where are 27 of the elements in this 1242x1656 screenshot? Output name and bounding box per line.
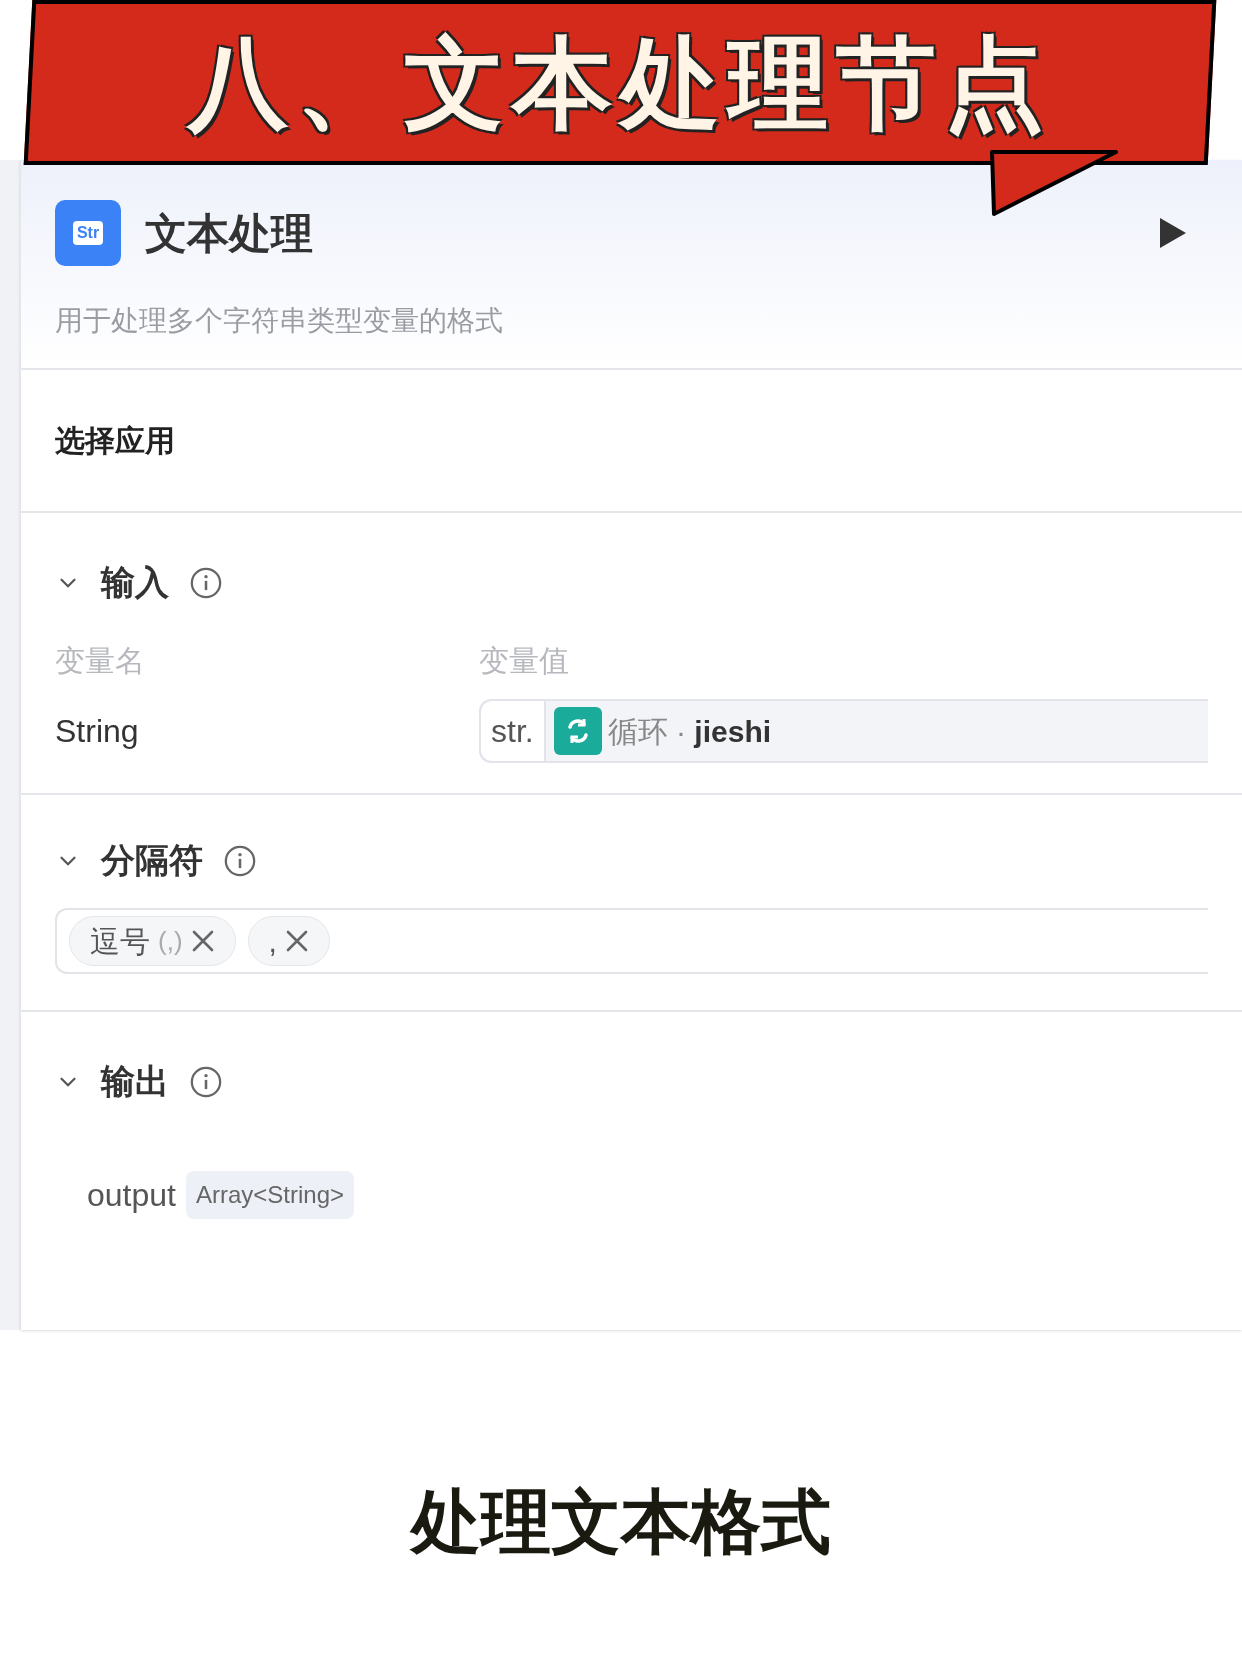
puzzle-icon: Str [55, 200, 121, 266]
close-icon[interactable] [190, 929, 215, 953]
loop-icon [553, 707, 602, 755]
column-header: 变量名 [55, 643, 146, 679]
node-title: 文本处理 [145, 208, 313, 259]
play-icon[interactable] [1158, 216, 1188, 250]
close-icon[interactable] [284, 929, 309, 953]
separator-tag[interactable]: , [247, 916, 330, 966]
info-icon[interactable] [223, 843, 257, 878]
section-title: 输入 [101, 562, 169, 603]
output-name: output [87, 1176, 176, 1215]
node-description: 用于处理多个字符串类型变量的格式 [55, 304, 504, 338]
separator-field[interactable]: 逗号 (,) , [55, 908, 1208, 974]
banner-title: 八、文本处理节点 [188, 25, 1052, 141]
type-label: str. [481, 701, 546, 761]
variable-value-field[interactable]: str. 循环 · jieshi [479, 699, 1208, 763]
info-icon[interactable] [189, 565, 223, 600]
section-title: 输出 [101, 1061, 169, 1102]
section-title: 分隔符 [101, 840, 203, 881]
variable-name: String [55, 712, 140, 751]
select-app-label: 选择应用 [55, 424, 175, 457]
variable-source: 循环 · jieshi [607, 713, 772, 750]
separator-tag[interactable]: 逗号 (,) [69, 916, 236, 966]
info-icon[interactable] [189, 1064, 223, 1099]
caption: 处理文本格式 [411, 1482, 831, 1563]
column-header: 变量值 [479, 643, 569, 679]
type-tag: Array<String> [185, 1171, 355, 1219]
